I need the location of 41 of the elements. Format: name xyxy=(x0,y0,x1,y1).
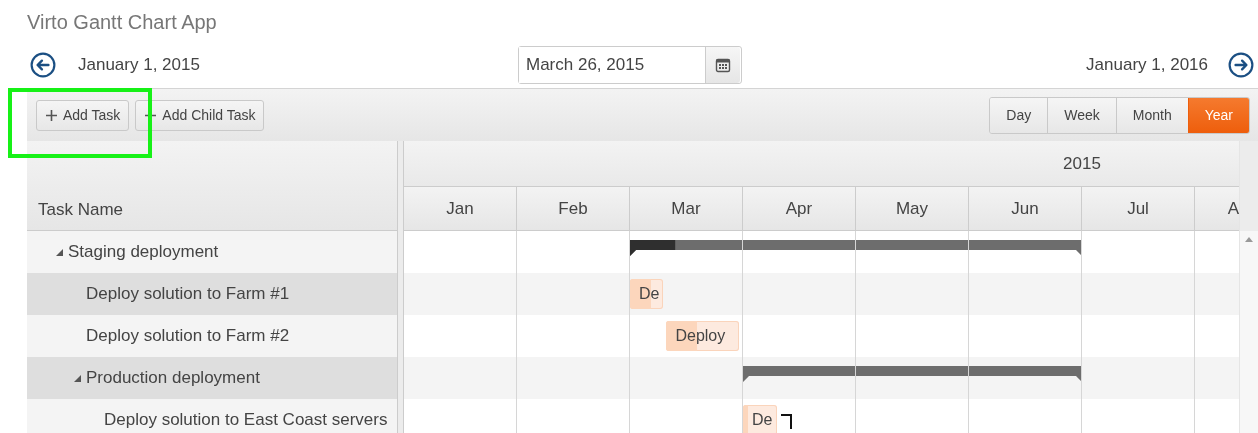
task-row[interactable]: Staging deployment xyxy=(27,231,397,273)
task-bar[interactable]: Deploy xyxy=(666,321,740,351)
month-header: Feb xyxy=(517,187,630,230)
month-header: Jul xyxy=(1082,187,1195,230)
dependency-line xyxy=(780,414,793,429)
plus-icon xyxy=(46,109,57,121)
add-child-task-button[interactable]: Add Child Task xyxy=(135,99,265,131)
month-header: A xyxy=(1226,198,1239,220)
year-header: 2015 xyxy=(1062,153,1102,175)
view-tab[interactable]: Week xyxy=(1047,97,1116,133)
calendar-icon xyxy=(715,57,731,73)
task-row[interactable]: Production deployment xyxy=(27,357,397,399)
end-date: January 1, 2016 xyxy=(1086,55,1208,75)
task-name: Deploy solution to Farm #1 xyxy=(86,284,290,304)
month-header: Jun xyxy=(969,187,1082,230)
month-header: Jan xyxy=(404,187,517,230)
month-header: Mar xyxy=(630,187,743,230)
collapse-triangle-icon[interactable] xyxy=(74,374,81,382)
task-name: Production deployment xyxy=(86,368,260,388)
task-bar[interactable]: De xyxy=(743,405,777,433)
month-header: May xyxy=(856,187,969,230)
task-row[interactable]: Deploy solution to Farm #2 xyxy=(27,315,397,357)
task-row[interactable]: Deploy solution to Farm #1 xyxy=(27,273,397,315)
calendar-button[interactable] xyxy=(705,47,740,83)
task-name: Deploy solution to Farm #2 xyxy=(86,326,290,346)
task-bar[interactable]: De xyxy=(630,279,663,309)
summary-bar[interactable] xyxy=(630,240,1082,256)
collapse-triangle-icon[interactable] xyxy=(56,248,63,256)
task-name: Deploy solution to East Coast servers xyxy=(104,410,388,430)
date-field[interactable]: March 26, 2015 xyxy=(518,46,742,84)
start-date: January 1, 2015 xyxy=(78,55,200,75)
app-title: Virto Gantt Chart App xyxy=(26,10,218,35)
view-tab[interactable]: Day xyxy=(990,97,1048,133)
month-header: Apr xyxy=(743,187,856,230)
column-header: Task Name xyxy=(38,200,124,220)
view-tab[interactable]: Month xyxy=(1115,97,1188,133)
scroll-up-icon[interactable] xyxy=(1245,237,1253,242)
scrollbar[interactable] xyxy=(1239,141,1258,433)
task-row[interactable]: Deploy solution to East Coast servers xyxy=(27,399,397,433)
add-task-button[interactable]: Add Task xyxy=(36,99,130,131)
task-name: Staging deployment xyxy=(68,242,219,262)
